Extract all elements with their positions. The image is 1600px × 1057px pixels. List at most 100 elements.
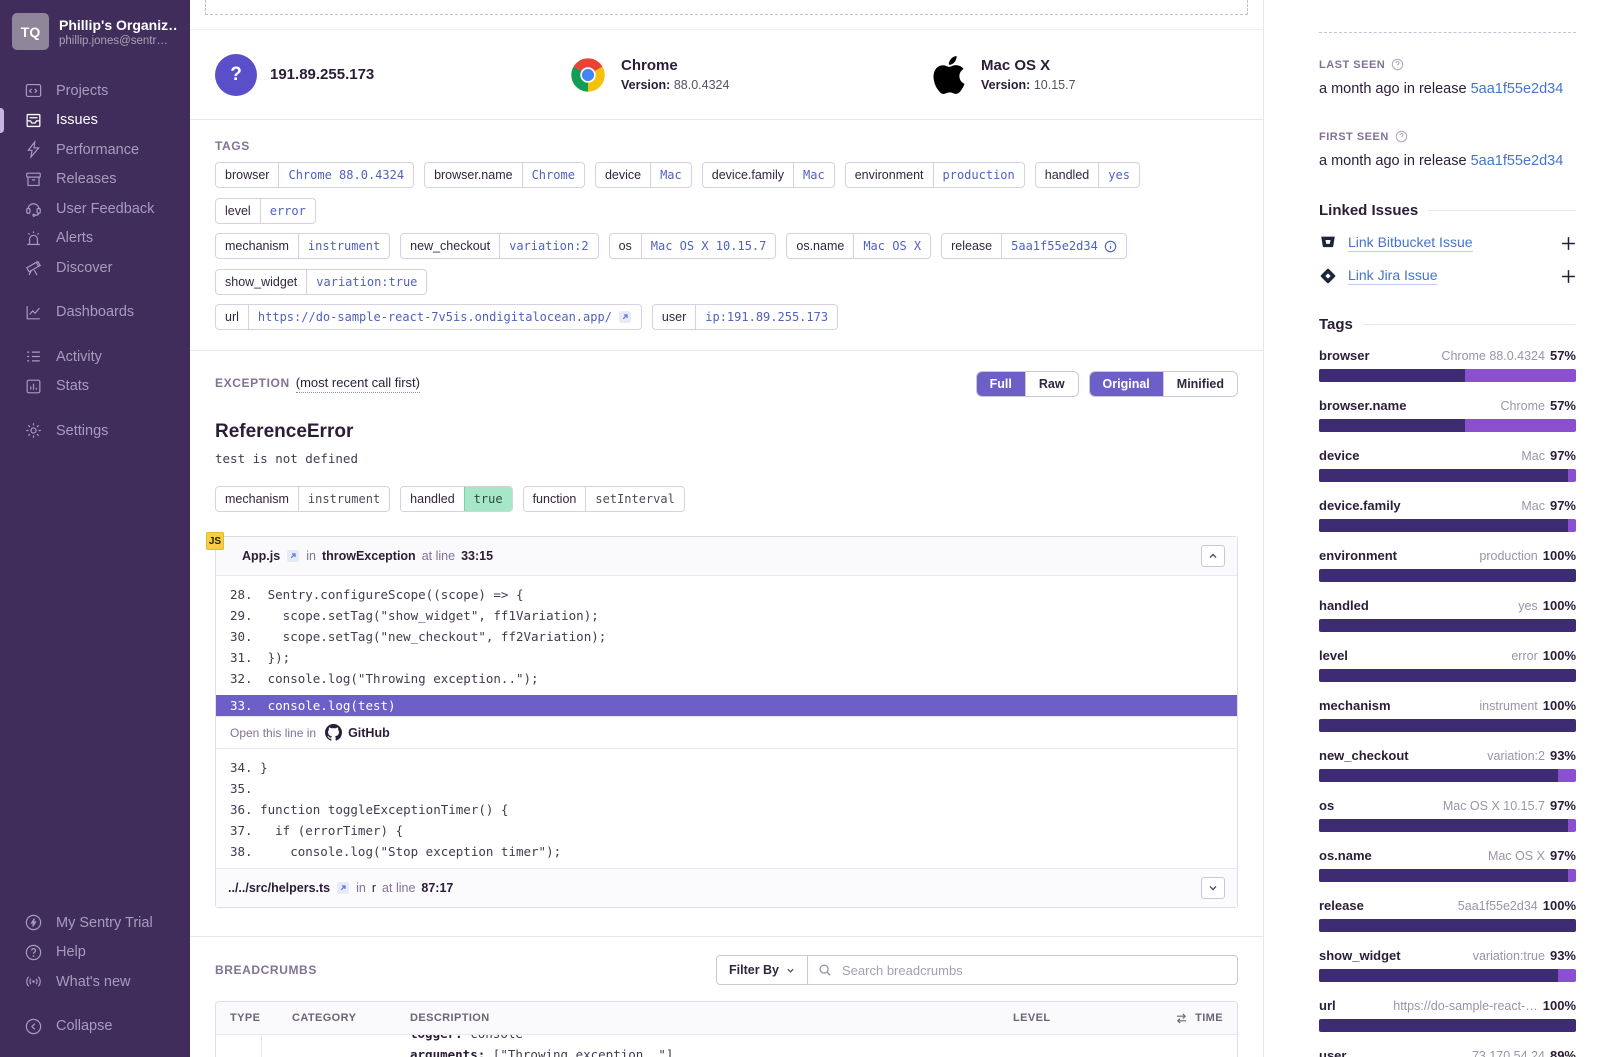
tag-pill[interactable]: environment production	[845, 162, 1025, 188]
link-jira-issue[interactable]: Link Jira Issue	[1348, 267, 1437, 285]
sidebar-item-dashboards[interactable]: Dashboards	[0, 298, 190, 328]
tag-value[interactable]: Mac OS X	[853, 234, 930, 258]
tag-distribution-item[interactable]: environment production100%	[1319, 548, 1576, 582]
tag-distribution-item[interactable]: new_checkout variation:293%	[1319, 748, 1576, 782]
tag-distribution-item[interactable]: browser.name Chrome57%	[1319, 398, 1576, 432]
annotation-key: handled	[401, 487, 464, 511]
tag-value[interactable]: Mac OS X 10.15.7	[641, 234, 776, 258]
external-link-icon[interactable]	[286, 549, 300, 563]
sidebar-collapse-button[interactable]: Collapse	[0, 1012, 190, 1042]
tag-pill[interactable]: device.family Mac	[702, 162, 835, 188]
code-line: 38. console.log("Stop exception timer");	[216, 841, 1237, 862]
tag-pill[interactable]: show_widget variation:true	[215, 269, 427, 295]
tag-distribution-item[interactable]: user 73.170.54.2489%	[1319, 1048, 1576, 1057]
tag-pill[interactable]: new_checkout variation:2	[400, 233, 598, 259]
sidebar-item-performance[interactable]: Performance	[0, 135, 190, 165]
sidebar-item-stats[interactable]: Stats	[0, 372, 190, 402]
tag-pill[interactable]: url https://do-sample-react-7v5is.ondigi…	[215, 304, 642, 330]
sidebar-item-help[interactable]: Help	[0, 938, 190, 968]
github-icon	[325, 724, 342, 741]
external-link-icon[interactable]	[618, 310, 632, 324]
frame-function: r	[372, 881, 376, 895]
sidebar-item-issues[interactable]: Issues	[0, 106, 190, 136]
sidebar-item-user-feedback[interactable]: User Feedback	[0, 194, 190, 224]
expand-frame-button[interactable]	[1201, 877, 1225, 899]
tag-pill[interactable]: browser Chrome 88.0.4324	[215, 162, 414, 188]
col-time-label: TIME	[1195, 1012, 1223, 1024]
tag-distribution-item[interactable]: release 5aa1f55e2d34100%	[1319, 898, 1576, 932]
question-circle-icon[interactable]	[1395, 130, 1408, 143]
tag-pill[interactable]: release 5aa1f55e2d34	[941, 233, 1127, 259]
sidebar-item-activity[interactable]: Activity	[0, 342, 190, 372]
first-seen-release-link[interactable]: 5aa1f55e2d34	[1471, 153, 1564, 169]
exception-order-note[interactable]: (most recent call first)	[296, 375, 420, 393]
sidebar-item-trial[interactable]: My Sentry Trial	[0, 908, 190, 938]
filter-by-button[interactable]: Filter By	[716, 955, 808, 985]
sidebar-item-settings[interactable]: Settings	[0, 416, 190, 446]
tag-pill[interactable]: os Mac OS X 10.15.7	[609, 233, 777, 259]
tag-distribution-item[interactable]: show_widget variation:true93%	[1319, 948, 1576, 982]
tag-distribution-item[interactable]: device Mac97%	[1319, 448, 1576, 482]
full-button[interactable]: Full	[977, 372, 1025, 396]
tag-distribution-item[interactable]: handled yes100%	[1319, 598, 1576, 632]
tag-value[interactable]: error	[260, 199, 315, 223]
collapse-frame-button[interactable]	[1201, 545, 1225, 567]
tag-distribution-item[interactable]: browser Chrome 88.0.432457%	[1319, 348, 1576, 382]
tag-value[interactable]: Chrome 88.0.4324	[278, 163, 413, 187]
tag-distribution-item[interactable]: level error100%	[1319, 648, 1576, 682]
last-seen-release-link[interactable]: 5aa1f55e2d34	[1471, 81, 1564, 97]
external-link-icon[interactable]	[336, 881, 350, 895]
sidebar-item-projects[interactable]: Projects	[0, 76, 190, 106]
tag-pill[interactable]: handled yes	[1035, 162, 1140, 188]
collapsed-frame-row[interactable]: ../../src/helpers.ts in r at line 87:17	[216, 868, 1237, 907]
tag-distribution-bar-fill	[1319, 969, 1558, 982]
tag-value[interactable]: yes	[1098, 163, 1139, 187]
tag-value[interactable]: Chrome	[522, 163, 584, 187]
add-bitbucket-link-button[interactable]	[1561, 236, 1576, 251]
tag-key: handled	[1036, 163, 1099, 187]
tag-value[interactable]: ip:191.89.255.173	[695, 305, 837, 329]
tag-value[interactable]: 5aa1f55e2d34	[1001, 234, 1126, 258]
link-bitbucket-issue[interactable]: Link Bitbucket Issue	[1348, 234, 1473, 252]
add-jira-link-button[interactable]	[1561, 269, 1576, 284]
tag-value[interactable]: variation:2	[499, 234, 597, 258]
tag-value[interactable]: instrument	[298, 234, 389, 258]
github-link[interactable]: GitHub	[325, 724, 390, 741]
frame-header[interactable]: App.js in throwException at line 33:15	[216, 537, 1237, 576]
col-time-header[interactable]: TIME	[1108, 1012, 1223, 1024]
raw-button[interactable]: Raw	[1025, 372, 1078, 396]
tag-value[interactable]: https://do-sample-react-7v5is.ondigitalo…	[248, 305, 641, 329]
tag-distribution-item[interactable]: device.family Mac97%	[1319, 498, 1576, 532]
org-switcher[interactable]: TQ Phillip's Organiz… phillip.jones@sent…	[0, 0, 190, 60]
tag-pill[interactable]: user ip:191.89.255.173	[652, 304, 838, 330]
tag-pill[interactable]: os.name Mac OS X	[786, 233, 931, 259]
first-seen-infix: in release	[1404, 153, 1467, 169]
tag-distribution-item[interactable]: os.name Mac OS X97%	[1319, 848, 1576, 882]
tag-value[interactable]: Mac	[650, 163, 691, 187]
tag-distribution-bar-fill	[1319, 919, 1576, 932]
question-circle-icon[interactable]	[1391, 58, 1404, 71]
tag-value-text: Chrome	[532, 168, 575, 182]
release-info-icon[interactable]	[1104, 240, 1117, 253]
last-seen-label: LAST SEEN	[1319, 59, 1385, 71]
tag-pill[interactable]: device Mac	[595, 162, 692, 188]
sidebar-item-whats-new[interactable]: What's new	[0, 967, 190, 997]
tag-pill[interactable]: mechanism instrument	[215, 233, 390, 259]
breadcrumb-row[interactable]: console Throwing exception.. logger: con…	[216, 1035, 1237, 1057]
tag-value[interactable]: variation:true	[306, 270, 426, 294]
tag-value[interactable]: production	[933, 163, 1024, 187]
tag-value[interactable]: Mac	[793, 163, 834, 187]
original-button[interactable]: Original	[1090, 372, 1163, 396]
tag-distribution-item[interactable]: mechanism instrument100%	[1319, 698, 1576, 732]
search-breadcrumbs-input[interactable]	[807, 955, 1238, 985]
tag-distribution-item[interactable]: url https://do-sample-react-…100%	[1319, 998, 1576, 1032]
sidebar-item-discover[interactable]: Discover	[0, 253, 190, 283]
tag-pill[interactable]: browser.name Chrome	[424, 162, 585, 188]
sidebar-item-releases[interactable]: Releases	[0, 165, 190, 195]
col-level-header: LEVEL	[1013, 1012, 1108, 1024]
tag-distribution-item[interactable]: os Mac OS X 10.15.797%	[1319, 798, 1576, 832]
tag-pill[interactable]: level error	[215, 198, 316, 224]
sidebar-item-alerts[interactable]: Alerts	[0, 224, 190, 254]
minified-button[interactable]: Minified	[1163, 372, 1237, 396]
search-icon	[818, 963, 832, 977]
